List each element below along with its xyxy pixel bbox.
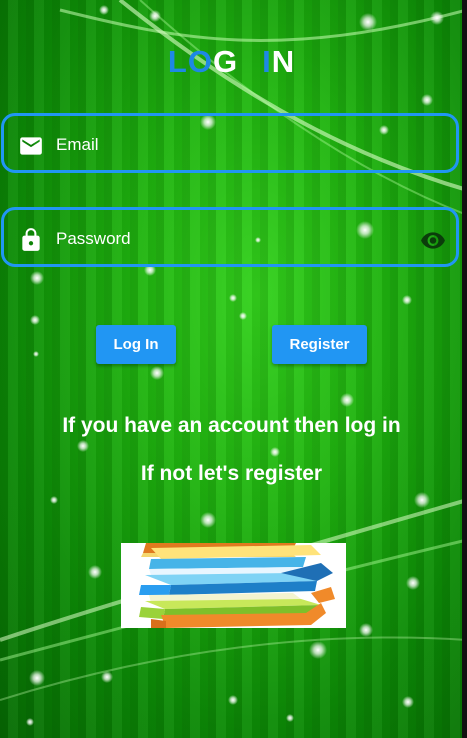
password-field[interactable]: Password bbox=[1, 207, 459, 267]
login-button[interactable]: Log In bbox=[96, 325, 176, 364]
title-part-i: I bbox=[262, 44, 272, 79]
register-button[interactable]: Register bbox=[272, 325, 367, 364]
email-label: Email bbox=[56, 135, 99, 154]
lock-icon bbox=[22, 228, 40, 251]
books-image bbox=[121, 543, 346, 628]
password-label: Password bbox=[56, 229, 131, 248]
title-part-lo: LO bbox=[167, 44, 213, 79]
title-part-g: G bbox=[212, 44, 239, 79]
window-edge bbox=[462, 0, 467, 738]
page-title: LOG IN bbox=[0, 44, 463, 80]
register-message: If not let's register bbox=[140, 462, 323, 485]
email-field[interactable]: Email bbox=[1, 113, 459, 173]
mail-icon bbox=[20, 137, 42, 155]
eye-icon[interactable] bbox=[420, 229, 446, 251]
title-part-n: N bbox=[271, 44, 296, 79]
account-message: If you have an account then log in bbox=[62, 414, 401, 437]
